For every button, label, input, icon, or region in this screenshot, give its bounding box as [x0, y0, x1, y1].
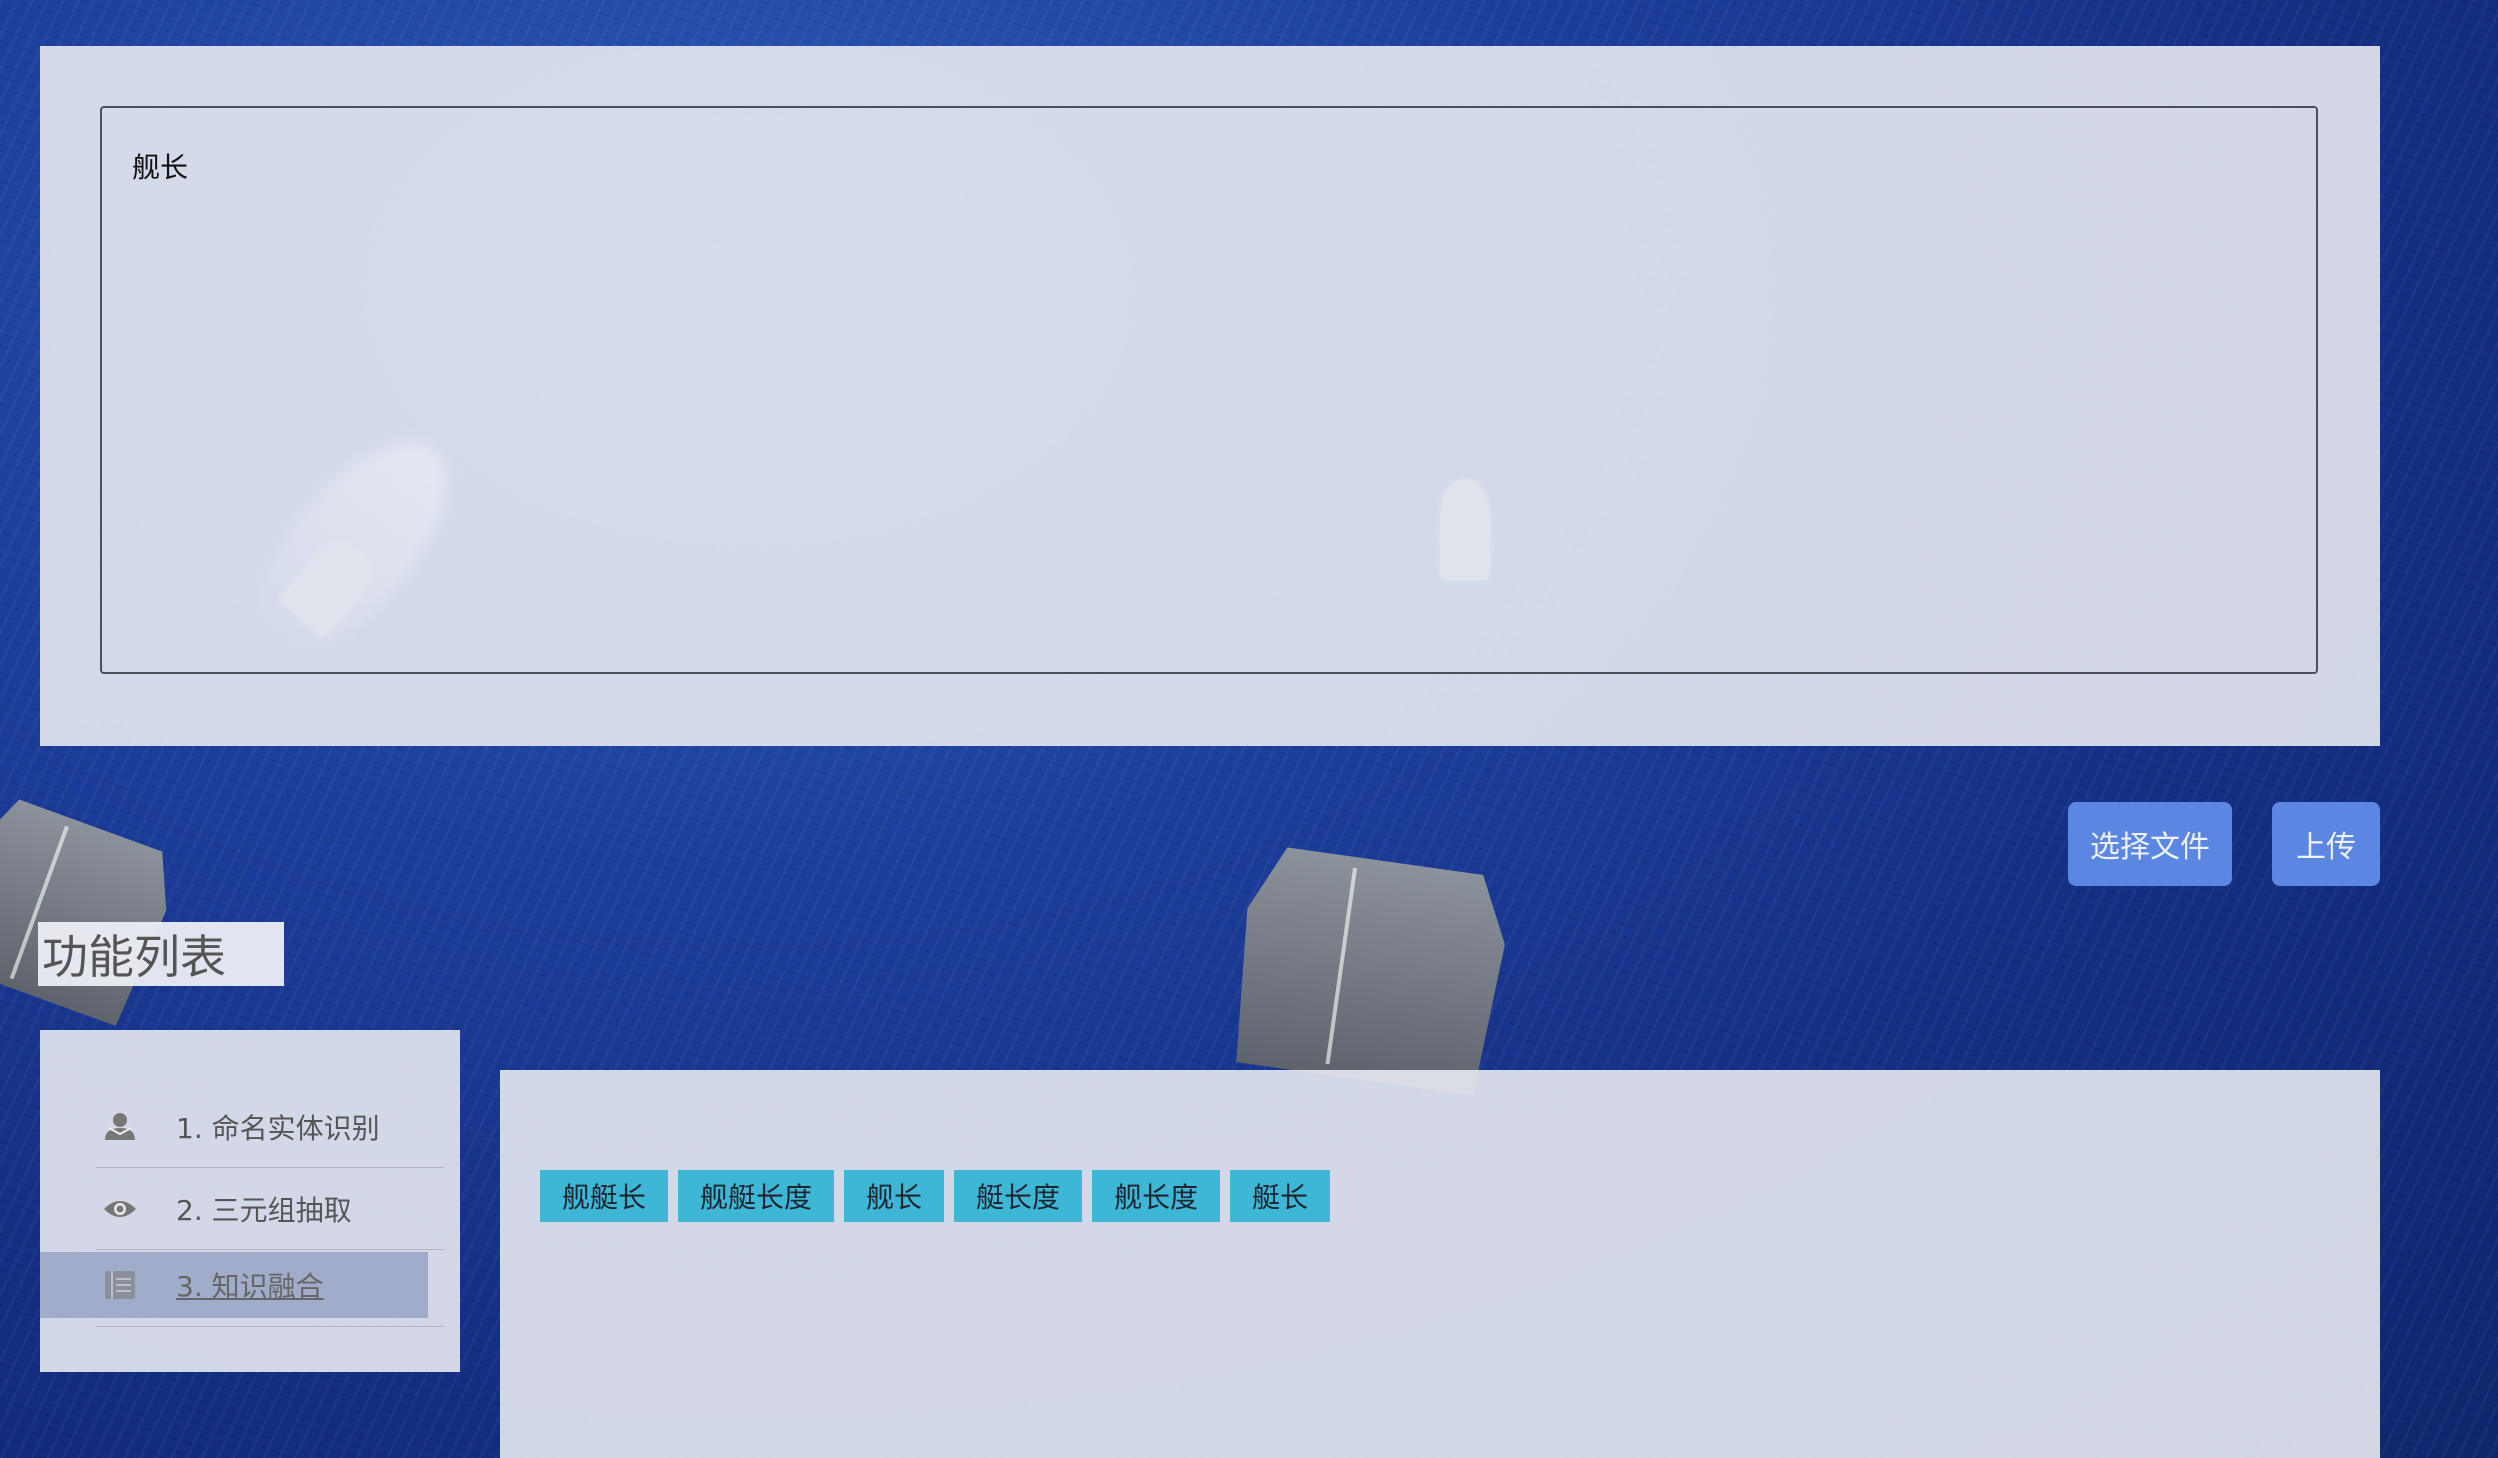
book-icon	[100, 1269, 140, 1301]
menu-item-knowledge-fusion[interactable]: 3. 知识融合	[40, 1252, 428, 1318]
result-tag[interactable]: 舰艇长	[540, 1170, 669, 1222]
text-input-area[interactable]: 舰长	[100, 106, 2318, 674]
menu-item-label: 1. 命名实体识别	[176, 1111, 380, 1145]
result-tag[interactable]: 舰艇长度	[678, 1170, 835, 1222]
divider	[96, 1326, 444, 1327]
result-tag[interactable]: 舰长	[844, 1170, 945, 1222]
input-panel: 舰长	[40, 46, 2380, 746]
choose-file-button[interactable]: 选择文件	[2068, 802, 2232, 886]
function-list-sidebar: 1. 命名实体识别 2. 三元组抽取 3. 知识融合	[40, 1030, 460, 1372]
eye-icon	[100, 1197, 140, 1221]
user-icon	[100, 1112, 140, 1142]
upload-button[interactable]: 上传	[2272, 802, 2380, 886]
menu-item-label: 2. 三元组抽取	[176, 1193, 352, 1227]
function-list-title: 功能列表	[38, 922, 284, 986]
menu-item-triple-extraction[interactable]: 2. 三元组抽取	[96, 1168, 444, 1250]
menu-item-ner[interactable]: 1. 命名实体识别	[96, 1086, 444, 1168]
result-tag[interactable]: 舰长度	[1092, 1170, 1221, 1222]
result-tag[interactable]: 艇长度	[954, 1170, 1083, 1222]
result-tag[interactable]: 艇长	[1230, 1170, 1331, 1222]
menu-item-label: 3. 知识融合	[176, 1270, 324, 1303]
aircraft-carrier-image	[1226, 843, 1514, 1097]
result-tags: 舰艇长 舰艇长度 舰长 艇长度 舰长度 艇长	[540, 1170, 1331, 1222]
results-panel: 舰艇长 舰艇长度 舰长 艇长度 舰长度 艇长	[500, 1070, 2380, 1458]
